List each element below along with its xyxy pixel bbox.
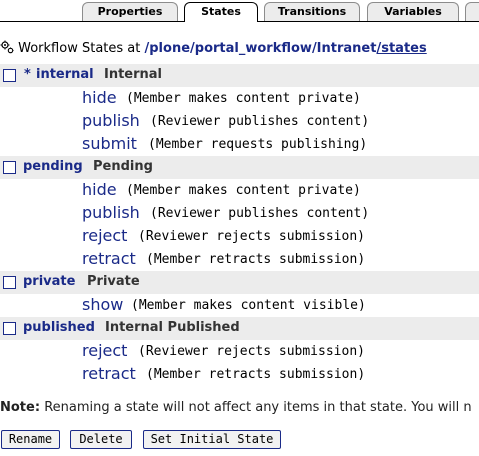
transition-link-publish[interactable]: publish: [82, 203, 140, 222]
tab-variables[interactable]: Variables: [367, 2, 459, 21]
initial-state-marker: *: [24, 67, 31, 82]
state-id-published[interactable]: published: [23, 320, 95, 335]
note-text: Note: Renaming a state will not affect a…: [0, 400, 479, 415]
state-id-private[interactable]: private: [23, 274, 75, 289]
transition-row: publish (Reviewer publishes content): [0, 202, 479, 225]
transition-row: hide (Member makes content private): [0, 87, 479, 110]
transition-description: (Member makes content visible): [131, 298, 366, 313]
tab-states[interactable]: States: [184, 2, 258, 22]
state-title-private: Private: [87, 274, 140, 289]
transition-row: reject (Reviewer rejects submission): [0, 340, 479, 363]
workflow-gear-icon: [0, 40, 14, 54]
tab-properties[interactable]: Properties: [82, 2, 178, 21]
transition-row: show (Member makes content visible): [0, 294, 479, 317]
state-title-internal: Internal: [104, 67, 163, 82]
state-checkbox-published[interactable]: [3, 322, 16, 335]
breadcrumb: /plone/portal_workflow/Intranet/states: [145, 41, 427, 56]
state-row-published: published Internal Published: [0, 317, 479, 340]
tab-more[interactable]: [465, 2, 479, 21]
state-row-internal: * internal Internal: [0, 64, 479, 87]
state-checkbox-private[interactable]: [3, 276, 16, 289]
transition-row: retract (Member retracts submission): [0, 248, 479, 271]
note-label: Note:: [0, 400, 41, 415]
note-body: Renaming a state will not affect any ite…: [44, 400, 472, 415]
transition-link-hide[interactable]: hide: [82, 180, 117, 199]
transition-description: (Member requests publishing): [148, 137, 368, 152]
state-checkbox-pending[interactable]: [3, 161, 16, 174]
state-id-pending[interactable]: pending: [23, 159, 83, 174]
state-id-internal[interactable]: internal: [36, 67, 94, 82]
state-row-pending: pending Pending: [0, 156, 479, 179]
transition-row: hide (Member makes content private): [0, 179, 479, 202]
transition-link-show[interactable]: show: [82, 295, 123, 314]
state-title-pending: Pending: [93, 159, 153, 174]
state-row-private: private Private: [0, 271, 479, 294]
breadcrumb-states[interactable]: /states: [376, 41, 426, 56]
transition-description: (Reviewer rejects submission): [138, 344, 365, 359]
transition-link-retract[interactable]: retract: [82, 249, 136, 268]
transition-description: (Member makes content private): [126, 183, 361, 198]
rename-button[interactable]: Rename: [1, 430, 60, 449]
transition-link-publish[interactable]: publish: [82, 111, 140, 130]
transition-link-reject[interactable]: reject: [82, 341, 127, 360]
page-title: Workflow States at /plone/portal_workflo…: [0, 40, 479, 60]
transition-row: retract (Member retracts submission): [0, 363, 479, 386]
heading-prefix: Workflow States at: [18, 41, 141, 56]
transition-description: (Reviewer publishes content): [150, 114, 370, 129]
breadcrumb-intranet[interactable]: /Intranet: [312, 41, 377, 56]
transition-description: (Member makes content private): [126, 91, 361, 106]
state-title-published: Internal Published: [105, 320, 240, 335]
tab-bar: Properties States Transitions Variables: [0, 0, 479, 22]
tab-transitions[interactable]: Transitions: [264, 2, 360, 21]
set-initial-state-button[interactable]: Set Initial State: [143, 430, 281, 449]
transition-description: (Reviewer rejects submission): [138, 229, 365, 244]
breadcrumb-portal-workflow[interactable]: /portal_workflow: [190, 41, 312, 56]
transition-description: (Member retracts submission): [146, 367, 366, 382]
delete-button[interactable]: Delete: [70, 430, 132, 449]
transition-link-retract[interactable]: retract: [82, 364, 136, 383]
transition-row: submit (Member requests publishing): [0, 133, 479, 156]
transition-link-hide[interactable]: hide: [82, 88, 117, 107]
transition-link-submit[interactable]: submit: [82, 134, 137, 153]
transition-link-reject[interactable]: reject: [82, 226, 127, 245]
breadcrumb-plone[interactable]: /plone: [145, 41, 191, 56]
transition-row: reject (Reviewer rejects submission): [0, 225, 479, 248]
transition-description: (Member retracts submission): [146, 252, 366, 267]
state-checkbox-internal[interactable]: [3, 69, 16, 82]
transition-row: publish (Reviewer publishes content): [0, 110, 479, 133]
transition-description: (Reviewer publishes content): [150, 206, 370, 221]
